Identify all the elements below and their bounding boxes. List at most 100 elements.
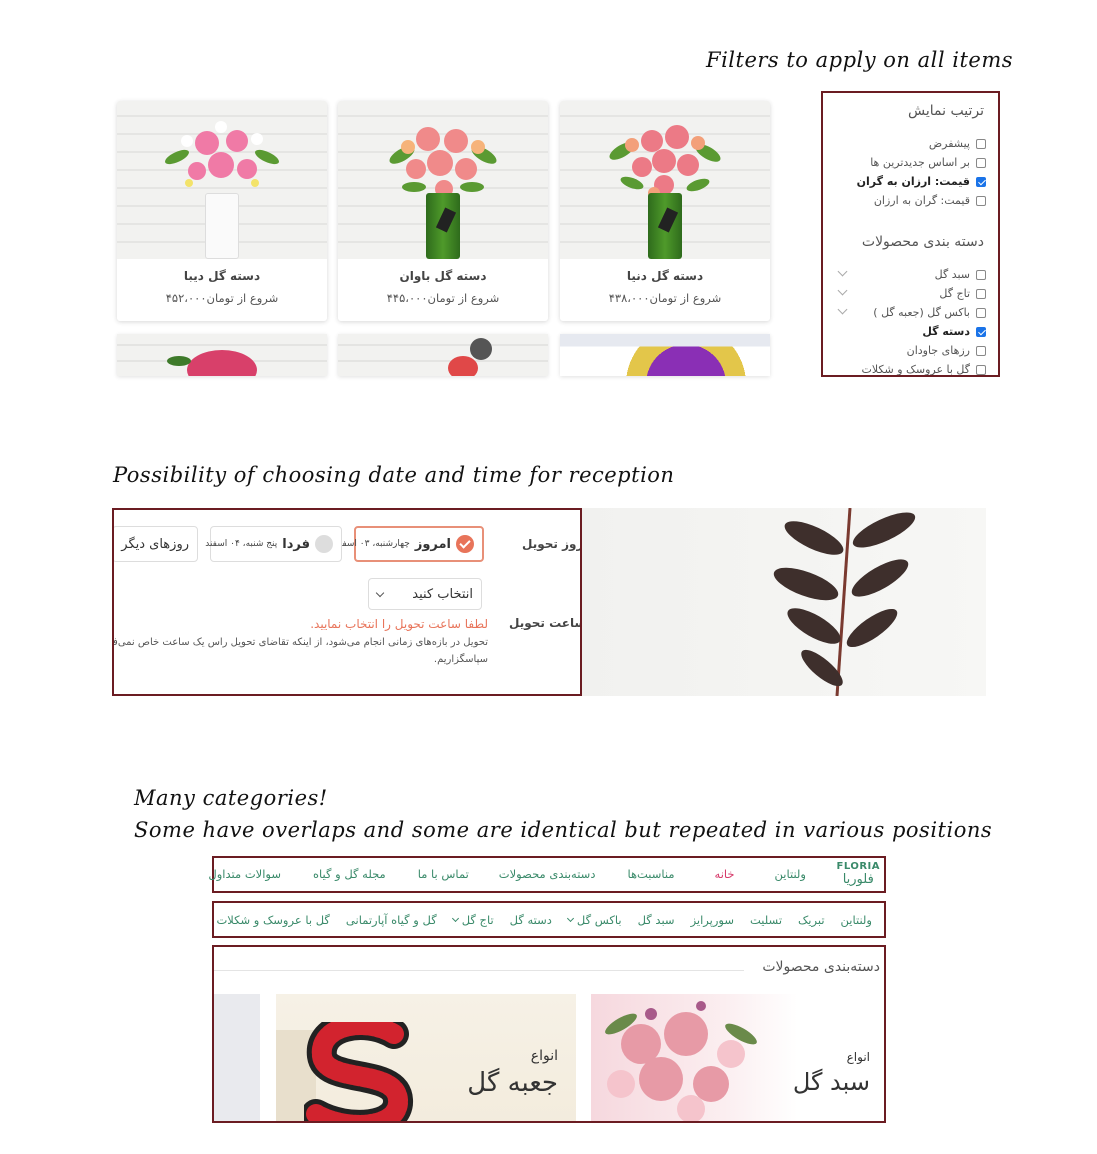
card-prefix: انواع — [846, 1050, 870, 1064]
cat-nav-basket[interactable]: سبد گل — [638, 913, 675, 927]
nav-valentine[interactable]: ولنتاین — [775, 867, 806, 881]
chevron-down-icon — [451, 914, 459, 923]
product-card[interactable]: دسته گل باوان شروع از تومان۴۴۵،۰۰۰ — [338, 101, 548, 321]
chevron-down-icon[interactable] — [837, 285, 848, 296]
cat-nav-condolence[interactable]: تسلیت — [750, 913, 782, 927]
divider — [214, 970, 744, 971]
category-option-bouquet[interactable]: دسته گل — [922, 325, 986, 338]
option-label: بر اساس جدیدترین ها — [870, 156, 970, 169]
option-label: دسته گل — [922, 325, 970, 338]
filter-panel: ترتیب نمایش پیشفرض بر اساس جدیدترین ها ق… — [821, 91, 1000, 377]
category-option-box[interactable]: باکس گل (جعبه گل ) — [873, 306, 986, 319]
card-prefix: انواع — [530, 1048, 558, 1064]
category-card-basket[interactable]: انواع سبد گل — [591, 994, 884, 1121]
checkbox[interactable] — [976, 288, 986, 299]
sort-title: ترتیب نمایش — [908, 103, 984, 119]
nav-home[interactable]: خانه — [715, 867, 735, 881]
day-date: پنج شنبه، ۰۴ اسفند — [205, 539, 278, 549]
checkbox[interactable] — [976, 345, 986, 356]
day-option-other[interactable]: روزهای دیگر — [114, 526, 198, 562]
nav-label: باکس گل — [576, 913, 622, 927]
delivery-time-select[interactable]: انتخاب کنید — [368, 578, 482, 610]
category-title: دسته بندی محصولات — [861, 234, 984, 250]
sort-option-price-desc[interactable]: قیمت: گران به ارزان — [874, 194, 986, 207]
category-option-eternal-roses[interactable]: رزهای جاودان — [907, 344, 986, 357]
time-error-message: لطفا ساعت تحویل را انتخاب نمایید. — [310, 617, 488, 631]
day-option-today[interactable]: امروز چهارشنبه، ۰۳ اسفند — [335, 526, 484, 562]
option-label: سبد گل — [934, 268, 970, 281]
cat-nav-valentine[interactable]: ولنتاین — [841, 913, 872, 927]
product-price: شروع از تومان۴۳۸،۰۰۰ — [608, 291, 722, 305]
option-label: قیمت: گران به ارزان — [873, 194, 970, 207]
option-label: تاج گل — [939, 287, 970, 300]
product-image — [117, 101, 327, 259]
sort-option-default[interactable]: پیشفرض — [929, 137, 986, 150]
category-option-doll-chocolate[interactable]: گل با عروسک و شکلات — [862, 363, 986, 375]
category-card-box[interactable]: انواع جعبه گل — [276, 994, 576, 1121]
category-card-partial[interactable] — [214, 994, 260, 1121]
logo-text-fa: فلوریا — [842, 871, 874, 887]
day-name: فردا — [282, 536, 310, 552]
delivery-info-line: تحویل در بازه‌های زمانی انجام می‌شود، از… — [112, 637, 488, 648]
checkbox-checked[interactable] — [976, 326, 986, 337]
categories-annotation-1: Many categories! — [134, 786, 328, 810]
product-title: دسته گل دیبا — [183, 269, 261, 283]
checkbox[interactable] — [976, 157, 986, 168]
floria-logo[interactable]: FLORIA فلوریا — [836, 861, 880, 887]
sort-option-newest[interactable]: بر اساس جدیدترین ها — [870, 156, 986, 169]
nav-magazine[interactable]: مجله گل و گیاه — [313, 867, 386, 881]
checkbox-checked[interactable] — [976, 176, 986, 187]
product-title: دسته گل باوان — [399, 269, 487, 283]
product-card-partial[interactable] — [338, 334, 548, 376]
cat-nav-congrats[interactable]: تبریک — [798, 913, 825, 927]
product-price: شروع از تومان۴۵۲،۰۰۰ — [165, 291, 279, 305]
category-section: دسته‌بندی محصولات انواع سبد گل انواع جعب… — [212, 945, 886, 1123]
day-option-tomorrow[interactable]: فردا پنج شنبه، ۰۴ اسفند — [205, 526, 342, 562]
delivery-time-label: ساعت تحویل — [509, 616, 582, 630]
product-image — [338, 101, 548, 259]
cat-nav-doll-chocolate[interactable]: گل با عروسک و شکلات — [216, 913, 329, 927]
delivery-day-label: روز تحویل — [522, 537, 582, 551]
product-card-partial[interactable] — [560, 334, 770, 376]
category-nav-links: ولنتاین تبریک تسلیت سورپرایز سبد گل باکس… — [216, 913, 872, 927]
delivery-info-line: سپاسگزاریم. — [433, 654, 488, 665]
product-card[interactable]: دسته گل دیبا شروع از تومان۴۵۲،۰۰۰ — [117, 101, 327, 321]
main-nav-links: ولنتاین خانه مناسبت‌ها دسته‌بندی محصولات… — [208, 867, 806, 881]
filters-annotation: Filters to apply on all items — [706, 48, 1014, 72]
nav-faq[interactable]: سوالات متداول — [208, 867, 281, 881]
card-name: جعبه گل — [467, 1068, 558, 1098]
checkbox[interactable] — [976, 195, 986, 206]
category-section-title: دسته‌بندی محصولات — [762, 959, 880, 975]
category-option-wreath[interactable]: تاج گل — [939, 287, 986, 300]
chevron-down-icon — [375, 588, 385, 597]
chevron-down-icon[interactable] — [837, 266, 848, 277]
cat-nav-bouquet[interactable]: دسته گل — [510, 913, 552, 927]
nav-contact[interactable]: تماس با ما — [418, 867, 469, 881]
product-card-partial[interactable] — [117, 334, 327, 376]
chevron-down-icon — [566, 914, 574, 923]
checkbox[interactable] — [976, 138, 986, 149]
category-option-basket[interactable]: سبد گل — [935, 268, 986, 281]
day-date: چهارشنبه، ۰۳ اسفند — [334, 539, 410, 549]
checkbox[interactable] — [976, 269, 986, 280]
cat-nav-indoor-plants[interactable]: گل و گیاه آپارتمانی — [346, 913, 437, 927]
day-name: روزهای دیگر — [121, 536, 189, 552]
cat-nav-wreath[interactable]: تاج گل — [451, 913, 494, 927]
product-card[interactable]: دسته گل دنیا شروع از تومان۴۳۸،۰۰۰ — [560, 101, 770, 321]
cat-nav-box[interactable]: باکس گل — [566, 913, 622, 927]
checkbox[interactable] — [976, 364, 986, 375]
sort-option-price-asc[interactable]: قیمت: ارزان به گران — [857, 175, 986, 188]
cat-nav-surprise[interactable]: سورپرایز — [691, 913, 734, 927]
product-price: شروع از تومان۴۴۵،۰۰۰ — [386, 291, 500, 305]
checkbox[interactable] — [976, 307, 986, 318]
chevron-down-icon[interactable] — [837, 304, 848, 315]
product-title: دسته گل دنیا — [626, 269, 704, 283]
option-label: رزهای جاودان — [906, 344, 970, 357]
radio-icon — [315, 535, 333, 553]
plant-image — [582, 508, 986, 696]
category-navbar: ولنتاین تبریک تسلیت سورپرایز سبد گل باکس… — [212, 901, 886, 938]
nav-occasions[interactable]: مناسبت‌ها — [627, 867, 674, 881]
logo-text: FLORIA — [836, 861, 880, 872]
card-name: سبد گل — [792, 1068, 870, 1096]
nav-categories[interactable]: دسته‌بندی محصولات — [499, 867, 596, 881]
